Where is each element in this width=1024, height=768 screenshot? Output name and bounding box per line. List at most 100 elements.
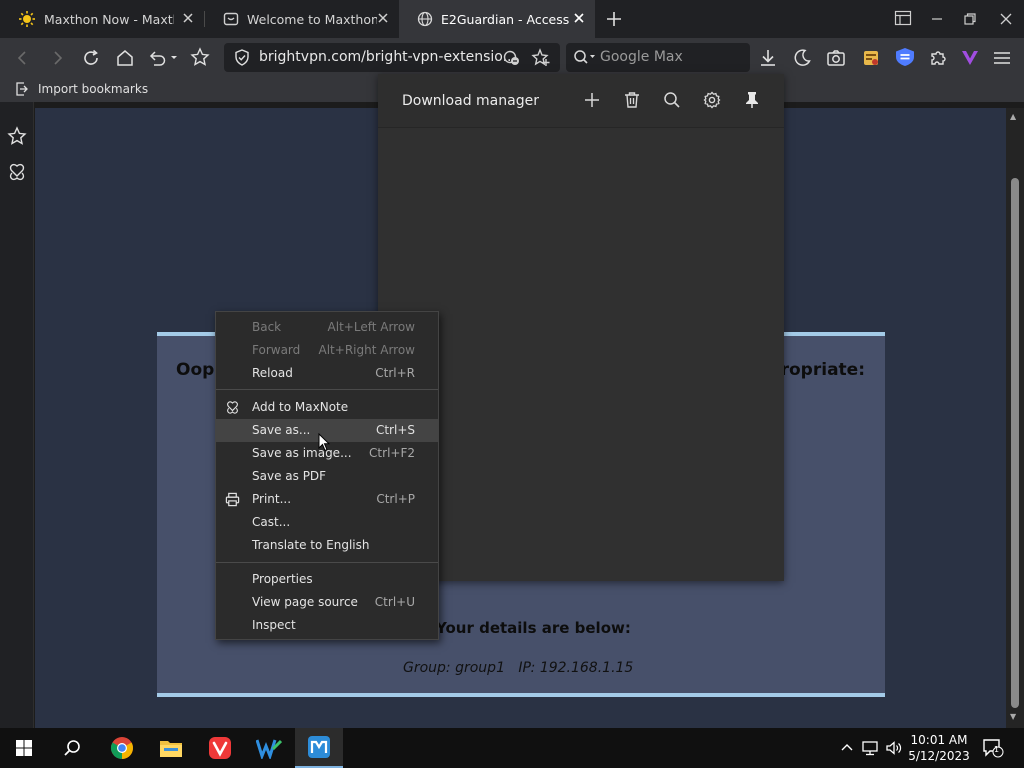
menu-separator (216, 389, 438, 390)
close-icon[interactable] (182, 12, 194, 24)
network-icon[interactable] (862, 740, 880, 756)
menu-item-label: Forward (252, 343, 301, 357)
scrollbar-thumb[interactable] (1011, 178, 1019, 708)
context-menu: Back Alt+Left Arrow Forward Alt+Right Ar… (215, 311, 439, 640)
menu-item-properties[interactable]: Properties (216, 568, 438, 591)
printer-icon (225, 492, 240, 507)
trash-icon[interactable] (623, 91, 641, 109)
tab-e2guardian[interactable]: E2Guardian - Access De (399, 0, 595, 38)
shield-icon[interactable] (234, 49, 250, 66)
group-ip-info: Group: group1 IP: 192.168.1.15 (403, 660, 634, 676)
system-clock[interactable]: 10:01 AM 5/12/2023 (906, 732, 972, 764)
chrome-icon[interactable] (98, 728, 146, 768)
close-icon[interactable] (573, 12, 585, 24)
undo-close-tab-icon[interactable] (147, 48, 179, 68)
window-icon (223, 11, 239, 27)
notification-count-badge: 1 (994, 745, 1000, 754)
vpn-extension-icon[interactable] (894, 47, 916, 67)
back-arrow-icon[interactable] (14, 49, 32, 67)
menu-item-label: Cast... (252, 515, 291, 529)
search-icon[interactable] (663, 91, 681, 109)
download-icon[interactable] (758, 48, 778, 68)
tab-strip: Maxthon Now - Maxtho Welcome to Maxthon … (0, 0, 1024, 38)
sun-icon (18, 10, 36, 28)
menu-item-label: Reload (252, 366, 293, 380)
window-close-icon[interactable] (999, 12, 1013, 26)
menu-item-translate[interactable]: Translate to English (216, 534, 438, 557)
maxthon-browser-icon[interactable] (295, 728, 343, 768)
reload-icon[interactable] (81, 48, 101, 68)
menu-hamburger-icon[interactable] (992, 48, 1012, 68)
scroll-up-arrow-icon[interactable]: ▲ (1010, 112, 1016, 121)
night-mode-moon-icon[interactable] (792, 48, 812, 68)
minimize-icon[interactable] (930, 12, 944, 26)
menu-item-label: Save as PDF (252, 469, 327, 483)
menu-item-cast[interactable]: Cast... (216, 511, 438, 534)
menu-item-label: Inspect (252, 618, 296, 632)
maxnote-icon[interactable] (7, 162, 27, 182)
search-engine-icon[interactable] (573, 49, 599, 66)
menu-item-label: Save as... (252, 423, 311, 437)
close-icon[interactable] (377, 12, 389, 24)
forward-arrow-icon[interactable] (48, 49, 66, 67)
restore-icon[interactable] (963, 12, 977, 26)
address-bar[interactable]: brightvpn.com/bright-vpn-extensio... (224, 43, 560, 72)
search-box[interactable]: Google Max (566, 43, 750, 72)
menu-item-forward[interactable]: Forward Alt+Right Arrow (216, 339, 438, 362)
menu-item-shortcut: Ctrl+U (374, 595, 415, 609)
tab-title: E2Guardian - Access De (441, 11, 571, 27)
windows-start-icon[interactable] (0, 728, 48, 768)
menu-item-inspect[interactable]: Inspect (216, 614, 438, 637)
menu-item-back[interactable]: Back Alt+Left Arrow (216, 316, 438, 339)
scroll-down-arrow-icon[interactable]: ▼ (1010, 712, 1016, 721)
menu-item-save-as-pdf[interactable]: Save as PDF (216, 465, 438, 488)
maxnote-icon (225, 400, 240, 415)
globe-icon (417, 11, 433, 27)
adblock-icon[interactable] (502, 48, 522, 68)
favorite-star-icon[interactable] (190, 47, 210, 67)
gear-icon[interactable] (703, 91, 721, 109)
passkeeper-icon[interactable] (861, 48, 881, 68)
mouse-pointer-icon (318, 433, 330, 452)
wps-writer-icon[interactable] (245, 728, 293, 768)
taskbar-search-icon[interactable] (48, 728, 96, 768)
volume-speaker-icon[interactable] (885, 740, 903, 756)
details-label: Your details are below: (436, 619, 631, 637)
menu-item-label: Save as image... (252, 446, 352, 460)
download-manager-header: Download manager (378, 74, 784, 128)
screenshot-camera-icon[interactable] (826, 48, 846, 68)
clock-time: 10:01 AM (910, 733, 968, 747)
menu-item-reload[interactable]: Reload Ctrl+R (216, 362, 438, 385)
import-bookmarks-button[interactable]: Import bookmarks (16, 82, 148, 96)
extensions-puzzle-icon[interactable] (928, 48, 948, 68)
menu-item-view-page-source[interactable]: View page source Ctrl+U (216, 591, 438, 614)
sidebar-layout-icon[interactable] (894, 10, 912, 26)
tab-title: Welcome to Maxthon Br (247, 11, 377, 27)
side-panel-bar (0, 102, 34, 728)
add-download-plus-icon[interactable] (583, 91, 601, 109)
menu-item-shortcut: Ctrl+P (376, 492, 415, 506)
menu-separator (216, 562, 438, 563)
home-icon[interactable] (115, 48, 135, 68)
tab-welcome[interactable]: Welcome to Maxthon Br (205, 0, 399, 38)
menu-item-label: Add to MaxNote (252, 400, 349, 414)
windows-taskbar: 10:01 AM 5/12/2023 1 (0, 728, 1024, 768)
show-hidden-icons-chevron-icon[interactable] (840, 742, 854, 752)
favorites-star-icon[interactable] (7, 126, 27, 146)
tab-title: Maxthon Now - Maxtho (44, 11, 174, 27)
vivaldi-v-icon[interactable] (960, 48, 980, 68)
notification-center-icon[interactable]: 1 (982, 738, 1004, 758)
vivaldi-browser-icon[interactable] (196, 728, 244, 768)
add-favorite-icon[interactable] (531, 48, 551, 68)
file-explorer-folder-icon[interactable] (147, 728, 195, 768)
tab-maxthon-now[interactable]: Maxthon Now - Maxtho (0, 0, 204, 38)
menu-item-print[interactable]: Print... Ctrl+P (216, 488, 438, 511)
menu-item-label: Print... (252, 492, 292, 506)
menu-item-label: View page source (252, 595, 358, 609)
pin-icon[interactable] (744, 91, 760, 109)
new-tab-plus-icon[interactable] (604, 9, 624, 29)
import-bookmarks-label: Import bookmarks (38, 82, 149, 96)
menu-item-add-to-maxnote[interactable]: Add to MaxNote (216, 396, 438, 419)
menu-item-shortcut: Alt+Right Arrow (318, 343, 415, 357)
clock-date: 5/12/2023 (908, 749, 970, 763)
